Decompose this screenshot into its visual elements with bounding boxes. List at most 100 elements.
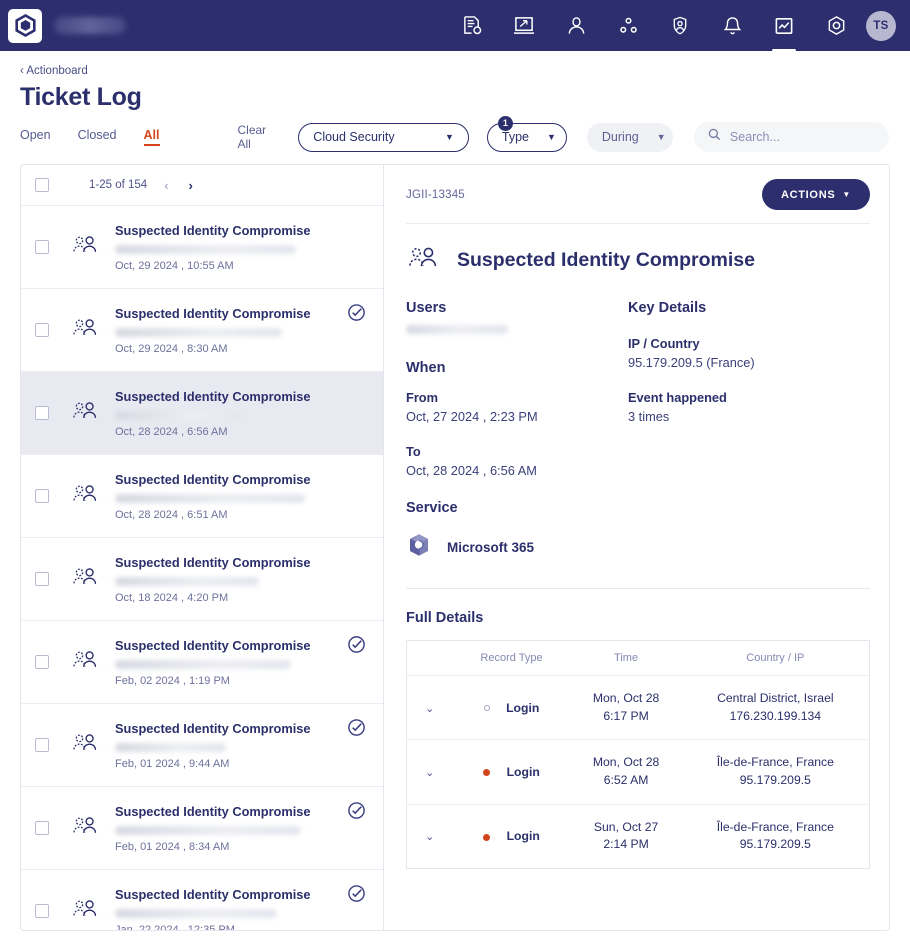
row-user-redacted [115, 410, 243, 420]
select-all-checkbox[interactable] [35, 178, 49, 192]
suspected-identity-icon [71, 649, 101, 676]
list-item[interactable]: Suspected Identity Compromise Oct, 28 20… [21, 455, 383, 538]
list-item[interactable]: Suspected Identity Compromise Oct, 18 20… [21, 538, 383, 621]
table-row[interactable]: ⌄ Login Sun, Oct 27 2:14 PM Île-de-Franc… [407, 804, 870, 868]
full-details-heading: Full Details [406, 610, 484, 626]
expand-row-button[interactable]: ⌄ [406, 739, 453, 805]
settings-gear-icon[interactable] [822, 6, 850, 46]
row-title: Suspected Identity Compromise [115, 222, 311, 238]
notifications-bell-icon[interactable] [718, 6, 746, 46]
expand-row-button[interactable]: ⌄ [406, 675, 453, 741]
row-date: Oct, 29 2024 , 10:55 AM [115, 259, 234, 272]
list-item[interactable]: Suspected Identity Compromise Jan, 22 20… [21, 870, 383, 930]
chevron-down-icon[interactable]: ⌄ [425, 767, 434, 779]
time-clock: 6:17 PM [603, 708, 649, 723]
closed-check-icon [347, 635, 369, 659]
suspected-identity-icon [71, 317, 101, 344]
search-icon [708, 128, 721, 146]
row-checkbox[interactable] [35, 738, 49, 752]
row-body: Suspected Identity Compromise Oct, 28 20… [115, 472, 347, 521]
user-avatar[interactable]: TS [866, 10, 896, 41]
row-user-redacted [115, 659, 292, 669]
search-box[interactable] [693, 122, 889, 152]
service-name: Microsoft 365 [447, 540, 535, 555]
time-cell: Mon, Oct 28 6:52 AM [570, 739, 682, 805]
pagination-prev-button[interactable]: ‹ [161, 178, 171, 193]
list-item[interactable]: Suspected Identity Compromise Oct, 28 20… [21, 372, 383, 455]
row-date: Oct, 29 2024 , 8:30 AM [115, 342, 228, 355]
row-user-redacted [115, 493, 306, 503]
row-checkbox[interactable] [35, 821, 49, 835]
record-type-label: Login [506, 700, 540, 715]
pagination-next-button[interactable]: › [186, 178, 196, 193]
from-label: From [406, 390, 438, 405]
detail-title: Suspected Identity Compromise [457, 249, 755, 271]
pagination-count: 1-25 of 154 [89, 179, 148, 191]
during-filter-dropdown[interactable]: During ▼ [586, 122, 673, 152]
severity-dot-open [483, 705, 490, 712]
suspected-identity-icon [71, 898, 101, 925]
device-laptop-icon[interactable] [510, 6, 538, 46]
list-item[interactable]: Suspected Identity Compromise Feb, 01 20… [21, 704, 383, 787]
chevron-down-icon: ▼ [842, 190, 851, 199]
tab-all[interactable]: All [143, 128, 160, 146]
report-settings-icon[interactable] [458, 6, 486, 46]
table-row[interactable]: ⌄ Login Mon, Oct 28 6:52 AM Île-de-Franc… [406, 739, 870, 805]
ticket-list-panel: 1-25 of 154 ‹ › Suspected Identity Compr… [20, 164, 383, 931]
record-type-label: Login [506, 765, 540, 780]
detail-columns: Users When From Oct, 27 2024 , 2:23 PM T… [406, 300, 870, 478]
time-day: Mon, Oct 28 [592, 755, 660, 770]
row-title: Suspected Identity Compromise [115, 554, 311, 570]
detail-title-row: Suspected Identity Compromise [406, 245, 870, 276]
user-shield-icon[interactable] [666, 6, 694, 46]
search-input[interactable] [729, 130, 875, 144]
hexagon-logo-icon[interactable] [8, 8, 42, 43]
closed-check-icon [347, 718, 369, 742]
expand-row-button[interactable]: ⌄ [407, 804, 453, 868]
suspected-identity-icon [71, 400, 101, 427]
tab-closed[interactable]: Closed [78, 128, 117, 146]
integrations-icon[interactable] [614, 6, 642, 46]
table-row[interactable]: ⌄ Login Mon, Oct 28 6:17 PM Central Dist… [406, 675, 870, 741]
list-item[interactable]: Suspected Identity Compromise Feb, 02 20… [21, 621, 383, 704]
row-title: Suspected Identity Compromise [115, 305, 311, 321]
service-filter-dropdown[interactable]: Cloud Security ▼ [298, 122, 469, 152]
country-label: Île-de-France, France [716, 819, 834, 834]
row-checkbox[interactable] [35, 406, 49, 420]
chevron-down-icon[interactable]: ⌄ [425, 703, 434, 715]
row-checkbox[interactable] [35, 655, 49, 669]
section-divider [406, 588, 870, 589]
tab-open[interactable]: Open [20, 128, 51, 146]
record-type-cell: Login [452, 739, 571, 805]
list-item[interactable]: Suspected Identity Compromise Oct, 29 20… [21, 289, 383, 372]
to-label: To [406, 444, 421, 459]
actions-button-label: ACTIONS [780, 188, 836, 201]
status-tabs: Open Closed All [20, 128, 160, 146]
type-filter-dropdown[interactable]: 1 Type ▼ [486, 115, 567, 152]
col-expand [406, 640, 453, 676]
list-header: 1-25 of 154 ‹ › [21, 165, 383, 206]
list-item[interactable]: Suspected Identity Compromise Oct, 29 20… [21, 206, 383, 289]
row-checkbox[interactable] [35, 489, 49, 503]
clear-all-button[interactable]: Clear All [238, 123, 279, 151]
analytics-chart-icon[interactable] [770, 6, 798, 52]
row-date: Feb, 02 2024 , 1:19 PM [115, 674, 230, 687]
time-cell: Sun, Oct 27 2:14 PM [571, 804, 682, 868]
chevron-down-icon[interactable]: ⌄ [425, 831, 434, 843]
suspected-identity-icon [71, 815, 101, 842]
breadcrumb-actionboard[interactable]: ‹ Actionboard [20, 65, 88, 77]
row-checkbox[interactable] [35, 904, 49, 918]
row-checkbox[interactable] [35, 572, 49, 586]
user-icon[interactable] [562, 6, 590, 46]
row-checkbox[interactable] [35, 240, 49, 254]
record-type-cell: Login [452, 675, 571, 741]
row-checkbox[interactable] [35, 323, 49, 337]
actions-button[interactable]: ACTIONS ▼ [761, 179, 870, 210]
suspected-identity-icon [71, 566, 101, 593]
microsoft-365-icon [406, 532, 432, 563]
time-clock: 6:52 AM [603, 773, 649, 788]
row-body: Suspected Identity Compromise Oct, 18 20… [115, 555, 347, 604]
country-ip-cell: Île-de-France, France 95.179.209.5 [681, 739, 870, 805]
row-body: Suspected Identity Compromise Feb, 02 20… [115, 638, 347, 687]
list-item[interactable]: Suspected Identity Compromise Feb, 01 20… [21, 787, 383, 870]
